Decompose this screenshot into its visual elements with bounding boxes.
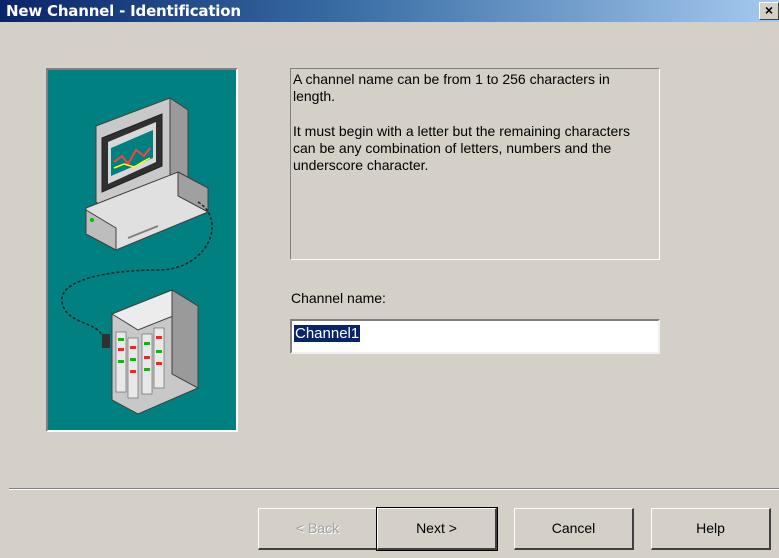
separator [9, 488, 779, 490]
channel-name-value[interactable]: Channel1 [292, 324, 362, 343]
wizard-illustration [46, 68, 238, 432]
computer-connected-to-device-icon [61, 97, 213, 415]
next-button[interactable]: Next > [376, 507, 498, 551]
channel-name-rules: A channel name can be from 1 to 256 char… [290, 68, 660, 260]
title-bar[interactable]: New Channel - Identification × [0, 0, 779, 22]
help-button[interactable]: Help [651, 508, 771, 550]
window-title: New Channel - Identification [6, 2, 241, 20]
rules-paragraph-length: A channel name can be from 1 to 256 char… [293, 71, 610, 104]
channel-name-label: Channel name: [291, 290, 386, 306]
channel-name-input[interactable]: Channel1 [290, 319, 660, 354]
back-button[interactable]: < Back [258, 508, 378, 550]
close-button[interactable]: × [759, 2, 779, 20]
rules-paragraph-characters: It must begin with a letter but the rema… [293, 123, 630, 173]
cancel-button[interactable]: Cancel [514, 508, 634, 550]
